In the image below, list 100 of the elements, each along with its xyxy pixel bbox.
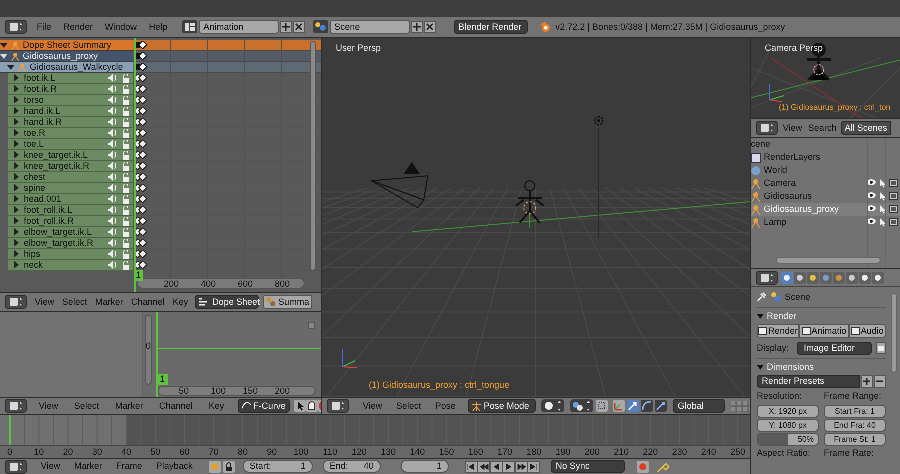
menu-item[interactable]: Help <box>143 22 174 32</box>
lock-icon[interactable] <box>122 216 130 226</box>
object-channel[interactable]: Gidiosaurus_proxy <box>0 51 133 62</box>
menu-item[interactable]: View <box>35 462 66 471</box>
value-scrollbar[interactable] <box>145 315 152 385</box>
start-frame-field[interactable]: Start Fra: 1 <box>824 405 886 418</box>
lock-icon[interactable] <box>122 84 130 94</box>
channel-row[interactable]: toe.L <box>8 139 133 150</box>
pivot-dropdown-icon[interactable] <box>570 399 594 413</box>
menu-item[interactable]: Channel <box>127 298 169 306</box>
summary-filter-button[interactable]: Summa <box>263 295 312 309</box>
disclosure-triangle-icon[interactable] <box>12 239 20 247</box>
lock-icon[interactable] <box>122 150 130 160</box>
lock-icon[interactable] <box>122 238 130 248</box>
disclosure-triangle-icon[interactable] <box>0 41 8 49</box>
current-frame-field[interactable]: 1 <box>400 460 449 473</box>
disclosure-triangle-icon[interactable] <box>7 63 15 71</box>
lock-icon[interactable] <box>122 162 130 170</box>
panel-header[interactable]: Render <box>757 307 886 321</box>
disclosure-triangle-icon[interactable] <box>12 85 20 93</box>
scene-icon[interactable] <box>807 272 819 284</box>
editor-type-button[interactable] <box>756 121 778 135</box>
lock-icon[interactable] <box>122 118 130 126</box>
disclosure-triangle-icon[interactable] <box>12 217 20 225</box>
menu-item[interactable]: View <box>780 124 806 132</box>
channel-row[interactable]: foot.ik.L <box>8 73 133 84</box>
close-icon[interactable] <box>292 21 305 33</box>
disclosure-triangle-icon[interactable] <box>12 206 20 214</box>
channel-row[interactable]: hips <box>8 249 133 260</box>
channel-row[interactable]: chest <box>8 172 133 183</box>
frame-step-field[interactable]: Frame St: 1 <box>824 433 886 446</box>
animation-button[interactable]: Animatio <box>799 324 849 338</box>
remove-icon[interactable] <box>874 375 886 388</box>
disclosure-triangle-icon[interactable] <box>12 250 20 258</box>
mode-dropdown[interactable]: F-Curve <box>238 399 290 413</box>
menu-item[interactable]: Channel <box>153 402 199 410</box>
pin-icon[interactable] <box>757 292 767 302</box>
lock-icon[interactable] <box>122 206 130 214</box>
lock-icon[interactable] <box>122 74 130 82</box>
lock-icon[interactable] <box>122 250 130 258</box>
rotate-arc-icon[interactable] <box>640 400 653 412</box>
eye-icon[interactable] <box>867 205 876 212</box>
channel-row[interactable]: toe.R <box>8 128 133 139</box>
outliner-item[interactable]: Lamp <box>751 216 900 229</box>
disclosure-triangle-icon[interactable] <box>12 228 20 236</box>
outliner-item[interactable]: Camera <box>751 177 900 190</box>
keying-set-icon[interactable] <box>656 460 671 472</box>
move-arrow-icon[interactable] <box>626 400 639 412</box>
panel-header[interactable]: Dimensions <box>757 358 886 372</box>
disclosure-triangle-icon[interactable] <box>12 74 20 82</box>
orientation-dropdown[interactable]: Global <box>672 399 725 413</box>
channel-row[interactable]: hand.ik.L <box>8 106 133 117</box>
frame-ruler[interactable]: 50 100 150 200 <box>158 386 316 396</box>
audio-button[interactable]: Audio <box>848 324 886 338</box>
disclosure-triangle-icon[interactable] <box>12 118 20 126</box>
channel-row[interactable]: elbow_target.ik.R <box>8 238 133 249</box>
menu-item[interactable]: Frame <box>110 462 148 471</box>
disclosure-triangle-icon[interactable] <box>12 173 20 181</box>
lock-icon[interactable] <box>222 460 235 472</box>
globe-icon[interactable] <box>820 272 832 284</box>
outliner-item[interactable]: Gidiosaurus_proxy <box>751 203 900 216</box>
menu-item[interactable]: Marker <box>91 298 128 306</box>
channel-row[interactable]: foot_roll.ik.R <box>8 216 133 227</box>
editor-type-button[interactable] <box>5 399 27 413</box>
editor-type-button[interactable] <box>756 270 778 284</box>
render-button[interactable]: Render <box>757 324 800 338</box>
channel-row[interactable]: knee_target.ik.R <box>8 161 133 172</box>
channel-row[interactable]: foot_roll.ik.L <box>8 205 133 216</box>
playback-controls-icon[interactable] <box>464 460 541 472</box>
editor-type-button[interactable] <box>5 460 27 474</box>
outliner-item[interactable]: Gidiosaurus <box>751 190 900 203</box>
menu-item[interactable]: Window <box>99 22 144 32</box>
menu-item[interactable]: Search <box>805 124 840 132</box>
disclosure-triangle-icon[interactable] <box>12 162 20 170</box>
editor-type-button[interactable] <box>5 295 27 309</box>
lock-icon[interactable] <box>122 172 130 182</box>
disclosure-triangle-icon[interactable] <box>12 261 20 269</box>
close-icon[interactable] <box>424 21 436 33</box>
scrollbar[interactable] <box>310 41 316 271</box>
disclosure-triangle-icon[interactable] <box>12 140 20 148</box>
lock-icon[interactable] <box>122 106 130 116</box>
menu-item[interactable]: Select <box>58 298 92 306</box>
scene-icon[interactable] <box>312 20 329 34</box>
channel-row[interactable]: elbow_target.ik.L <box>8 227 133 238</box>
display-dropdown[interactable]: Image Editor <box>797 342 872 354</box>
lock-icon[interactable] <box>122 96 130 104</box>
menu-item[interactable]: Pose <box>429 402 462 410</box>
cursor-icon[interactable] <box>294 400 306 412</box>
end-frame-field[interactable]: End: 40 <box>322 460 381 473</box>
channel-row[interactable]: head.001 <box>8 194 133 205</box>
scrollbar[interactable] <box>776 257 881 264</box>
lock-icon[interactable] <box>122 260 130 270</box>
disclosure-triangle-icon[interactable] <box>12 151 20 159</box>
mode-dropdown[interactable]: Dope Sheet <box>195 295 260 309</box>
new-window-icon[interactable] <box>876 342 886 354</box>
summary-row[interactable]: Dope Sheet Summary <box>0 40 133 51</box>
percentage-slider[interactable]: 50% <box>757 433 819 446</box>
add-icon[interactable] <box>861 375 873 388</box>
display-mode-dropdown[interactable]: All Scenes <box>840 121 892 135</box>
menu-item[interactable]: File <box>31 22 58 32</box>
